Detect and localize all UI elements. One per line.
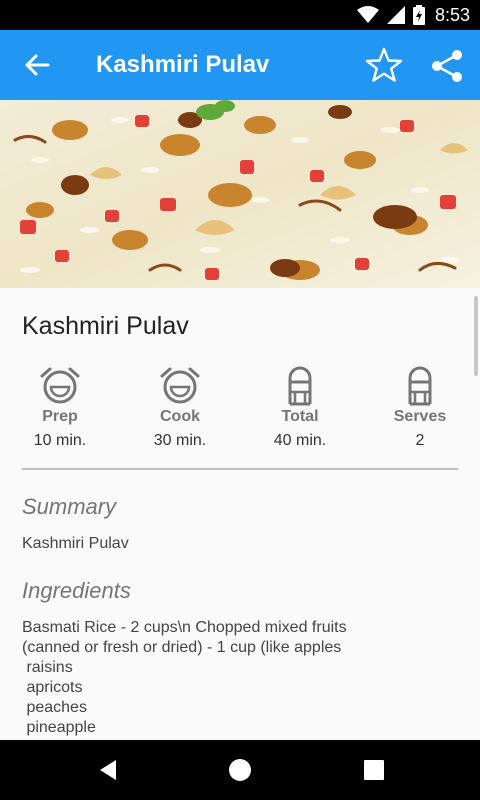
stat-label: Prep [42, 408, 78, 425]
scrollbar[interactable] [474, 296, 478, 376]
wifi-icon [356, 6, 379, 23]
summary-heading: Summary [22, 494, 117, 519]
app-bar: Kashmiri Pulav [0, 30, 480, 100]
ingredients-text: Basmati Rice - 2 cups\n Chopped mixed fr… [22, 619, 347, 736]
favorite-star-icon[interactable] [364, 47, 404, 83]
chef-icon [408, 366, 432, 406]
recipe-photo [0, 100, 480, 288]
stat-cook: Cook 30 min. [130, 364, 230, 450]
status-bar: 8:53 [0, 0, 480, 30]
stat-label: Total [281, 408, 319, 425]
app-bar-title: Kashmiri Pulav [96, 51, 270, 78]
nav-back-icon[interactable] [96, 758, 120, 782]
signal-icon [386, 6, 405, 24]
stat-label: Cook [160, 408, 200, 425]
battery-icon [412, 5, 425, 25]
recipe-stats: Prep 10 min. Cook 30 min. Total 40 min. [0, 364, 480, 454]
stat-prep: Prep 10 min. [10, 364, 110, 450]
divider [22, 468, 458, 470]
stopwatch-icon [40, 367, 80, 404]
recipe-title: Kashmiri Pulav [22, 312, 189, 340]
stat-value: 40 min. [273, 432, 327, 449]
chef-icon [288, 366, 312, 406]
stat-value: 10 min. [33, 432, 87, 449]
status-icons: 8:53 [356, 4, 470, 26]
nav-recents-icon[interactable] [362, 758, 386, 782]
stat-value: 2 [415, 432, 425, 449]
summary-text: Kashmiri Pulav [22, 535, 129, 552]
stat-serves: Serves 2 [370, 364, 470, 450]
stat-total: Total 40 min. [250, 364, 350, 450]
back-arrow-icon[interactable] [22, 50, 52, 80]
share-icon[interactable] [430, 49, 464, 83]
nav-home-icon[interactable] [228, 758, 252, 782]
stat-label: Serves [393, 408, 447, 425]
ingredients-heading: Ingredients [22, 578, 131, 603]
status-time: 8:53 [434, 4, 470, 25]
navigation-bar [0, 740, 480, 800]
recipe-details[interactable]: Kashmiri Pulav Prep 10 min. Cook 30 min. [0, 288, 480, 740]
stopwatch-icon [160, 367, 200, 404]
stat-value: 30 min. [153, 432, 207, 449]
